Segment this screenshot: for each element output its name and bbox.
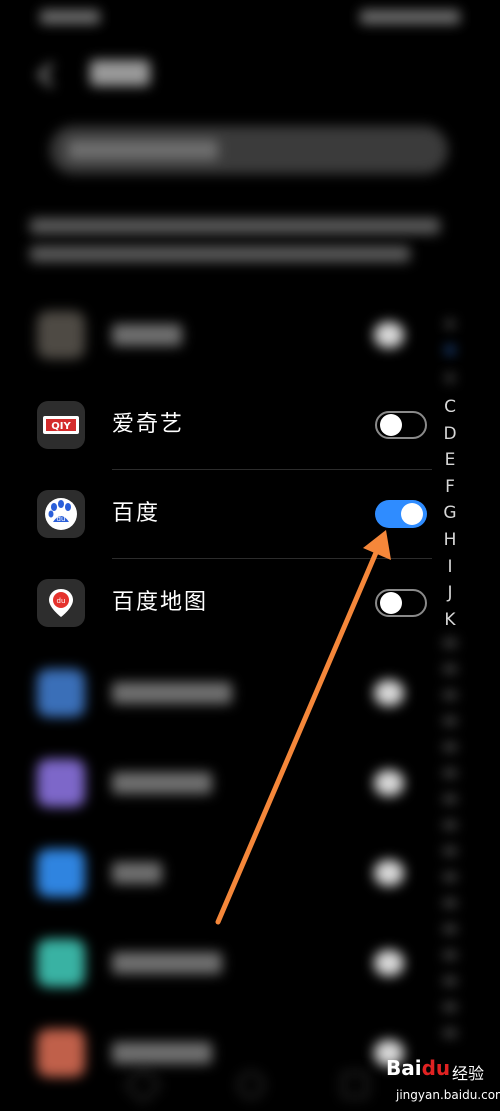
toggle-knob [401,503,423,525]
baidu-icon: du [37,490,85,538]
baidu-map-icon: du [37,579,85,627]
app-icon [37,759,85,807]
list-item[interactable] [0,1008,440,1098]
index-dot[interactable] [446,374,454,382]
description-line-1 [30,218,440,234]
nav-recents-icon[interactable] [342,1072,368,1098]
app-icon [37,311,85,359]
search-input[interactable] [50,126,448,174]
index-letter-h[interactable]: H [438,527,462,554]
index-letter-j[interactable]: J [438,580,462,607]
search-placeholder [68,140,218,160]
list-item[interactable] [0,648,440,738]
app-name [112,772,212,794]
app-icon [37,1029,85,1077]
toggle-switch[interactable] [374,680,404,706]
watermark-url: jingyan.baidu.com [396,1088,500,1102]
index-blurred-letters[interactable] [444,640,456,1040]
index-letter-i[interactable]: I [438,554,462,581]
app-name [112,952,222,974]
list-item[interactable] [0,738,440,828]
status-bar-left [40,10,100,24]
index-letter-k[interactable]: K [438,607,462,634]
app-icon [37,939,85,987]
app-icon [37,849,85,897]
toggle-baidu[interactable] [375,500,427,528]
app-name [112,1042,212,1064]
iqiyi-icon: QIY [37,401,85,449]
app-name [112,862,162,884]
svg-text:du: du [57,597,66,605]
app-icon [37,669,85,717]
svg-text:QIY: QIY [51,421,71,432]
watermark-brand: Baidu [386,1056,451,1080]
list-item-baidu[interactable]: du 百度 [0,469,440,559]
baidu-jingyan-watermark: Baidu 经验 jingyan.baidu.com [386,1052,500,1110]
index-letter-e[interactable]: E [438,447,462,474]
watermark-cn: 经验 [452,1064,485,1083]
description-line-2 [30,246,410,262]
app-name [112,324,182,346]
toggle-knob [380,414,402,436]
index-letter-d[interactable]: D [438,421,462,448]
index-dot[interactable] [446,320,454,328]
nav-home-icon[interactable] [238,1072,264,1098]
index-dot-active[interactable] [446,346,454,354]
toggle-baidu-map[interactable] [375,589,427,617]
svg-text:du: du [57,515,66,523]
status-bar-right [360,10,460,24]
toggle-switch[interactable] [374,950,404,976]
list-item-baidu-map[interactable]: du 百度地图 [0,558,440,648]
list-item-iqiyi[interactable]: QIY 爱奇艺 [0,380,440,470]
back-arrow-icon[interactable] [30,58,64,92]
app-name: 百度 [112,501,161,526]
list-item[interactable] [0,918,440,1008]
app-name [112,682,232,704]
toggle-switch[interactable] [374,860,404,886]
toggle-iqiyi[interactable] [375,411,427,439]
page-title [90,60,150,86]
toggle-switch[interactable] [374,770,404,796]
list-item[interactable] [0,828,440,918]
toggle-switch[interactable] [374,322,404,348]
index-letter-c[interactable]: C [438,394,462,421]
index-letter-g[interactable]: G [438,500,462,527]
app-name: 百度地图 [112,590,209,615]
index-letter-f[interactable]: F [438,474,462,501]
app-name: 爱奇艺 [112,412,185,437]
list-item[interactable] [0,290,440,380]
toggle-knob [380,592,402,614]
